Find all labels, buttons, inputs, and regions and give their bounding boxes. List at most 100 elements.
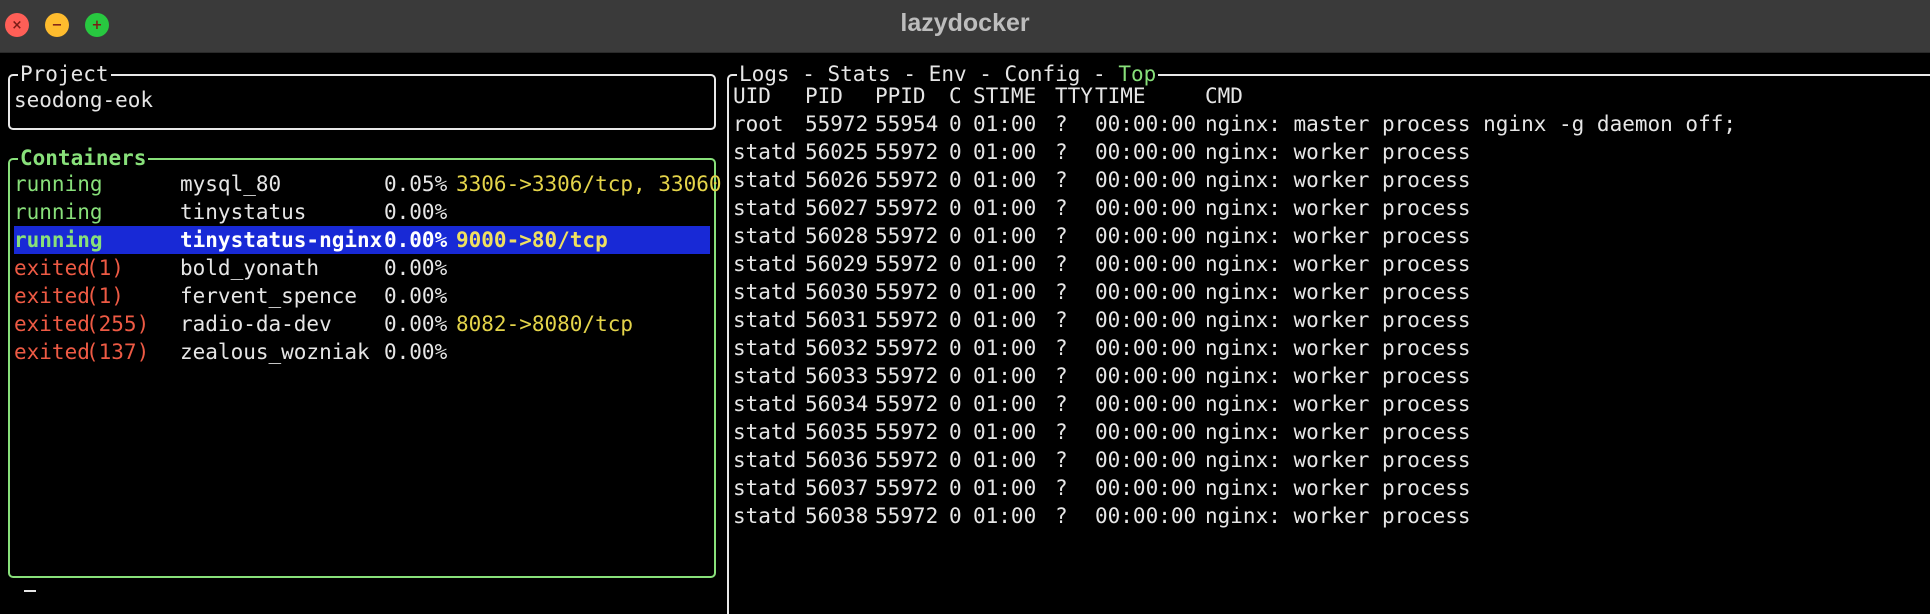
process-cell: ? <box>1055 168 1068 192</box>
process-cell: 00:00:00 <box>1095 140 1197 164</box>
process-cell: 56038 <box>805 504 869 528</box>
container-row[interactable]: running tinystatus-nginx 0.00% 9000->80/tcp <box>14 226 710 254</box>
container-ports: 3306->3306/tcp, 33060 <box>456 172 722 196</box>
process-cell: 56029 <box>805 252 869 276</box>
column-header: PPID <box>875 84 926 108</box>
process-cell: 01:00 <box>973 112 1037 136</box>
container-cpu: 0.00% <box>384 284 448 308</box>
process-cell: 55972 <box>875 476 939 500</box>
process-cell: 56036 <box>805 448 869 472</box>
process-cell: 0 <box>949 364 962 388</box>
container-exit-code: (137) <box>86 340 150 364</box>
process-cell: 0 <box>949 336 962 360</box>
process-cell: nginx: worker process <box>1205 392 1471 416</box>
process-cell: statd <box>733 336 797 360</box>
container-row[interactable]: running tinystatus 0.00% <box>14 198 710 226</box>
process-cell: ? <box>1055 196 1068 220</box>
process-cell: 55972 <box>875 168 939 192</box>
container-name: fervent_spence <box>180 284 358 308</box>
container-exit-code: (1) <box>86 284 124 308</box>
process-cell: 56027 <box>805 196 869 220</box>
container-cpu: 0.00% <box>384 340 448 364</box>
process-cell: 55972 <box>875 336 939 360</box>
process-cell: statd <box>733 476 797 500</box>
column-header: PID <box>805 84 843 108</box>
process-cell: 01:00 <box>973 168 1037 192</box>
process-cell: 55972 <box>875 224 939 248</box>
process-cell: 00:00:00 <box>1095 364 1197 388</box>
process-cell: statd <box>733 308 797 332</box>
process-cell: 01:00 <box>973 392 1037 416</box>
process-cell: 55972 <box>875 140 939 164</box>
container-status: running <box>14 228 103 252</box>
process-cell: 00:00:00 <box>1095 252 1197 276</box>
process-cell: nginx: worker process <box>1205 476 1471 500</box>
process-cell: 00:00:00 <box>1095 112 1197 136</box>
process-cell: 01:00 <box>973 364 1037 388</box>
process-cell: 0 <box>949 280 962 304</box>
project-panel[interactable]: Project seodong-eok <box>8 60 716 130</box>
column-header: TIME <box>1095 84 1146 108</box>
process-cell: 55972 <box>875 364 939 388</box>
process-cell: 00:00:00 <box>1095 504 1197 528</box>
process-cell: 01:00 <box>973 504 1037 528</box>
process-cell: 00:00:00 <box>1095 420 1197 444</box>
process-cell: 56025 <box>805 140 869 164</box>
process-cell: 00:00:00 <box>1095 280 1197 304</box>
main-panel[interactable]: Logs - Stats - Env - Config - Top UID PID… <box>727 60 1930 614</box>
container-row[interactable]: exited (1) fervent_spence 0.00% <box>14 282 710 310</box>
process-cell: 01:00 <box>973 280 1037 304</box>
process-cell: 55972 <box>875 392 939 416</box>
process-cell: 00:00:00 <box>1095 392 1197 416</box>
process-cell: 01:00 <box>973 336 1037 360</box>
process-cell: root <box>733 112 784 136</box>
column-header: TTY <box>1055 84 1093 108</box>
process-cell: 56037 <box>805 476 869 500</box>
process-cell: nginx: worker process <box>1205 448 1471 472</box>
process-cell: 0 <box>949 196 962 220</box>
process-cell: 01:00 <box>973 140 1037 164</box>
process-cell: nginx: worker process <box>1205 252 1471 276</box>
container-row[interactable]: exited (137) zealous_wozniak 0.00% <box>14 338 710 366</box>
container-row[interactable]: running mysql_80 0.05% 3306->3306/tcp, 3306… <box>14 170 722 198</box>
process-cell: 01:00 <box>973 476 1037 500</box>
container-name: radio-da-dev <box>180 312 332 336</box>
containers-panel[interactable]: Containers running mysql_80 0.05% 3306->330… <box>8 144 722 578</box>
container-row[interactable]: exited (1) bold_yonath 0.00% <box>14 254 710 282</box>
process-cell: statd <box>733 168 797 192</box>
process-cell: ? <box>1055 252 1068 276</box>
process-cell: 00:00:00 <box>1095 168 1197 192</box>
process-cell: 56028 <box>805 224 869 248</box>
process-cell: ? <box>1055 392 1068 416</box>
process-cell: 55972 <box>805 112 869 136</box>
process-cell: statd <box>733 140 797 164</box>
process-cell: nginx: worker process <box>1205 308 1471 332</box>
process-cell: 55972 <box>875 252 939 276</box>
process-cell: 0 <box>949 476 962 500</box>
container-exit-code: (1) <box>86 256 124 280</box>
process-cell: 55972 <box>875 504 939 528</box>
process-cell: 0 <box>949 140 962 164</box>
process-cell: ? <box>1055 476 1068 500</box>
process-cell: 01:00 <box>973 196 1037 220</box>
process-cell: ? <box>1055 308 1068 332</box>
project-panel-title: Project <box>18 60 111 88</box>
container-row[interactable]: exited (255) radio-da-dev 0.00% 8082->8080/t… <box>14 310 710 338</box>
process-cell: 0 <box>949 504 962 528</box>
process-cell: nginx: worker process <box>1205 196 1471 220</box>
process-cell: 55972 <box>875 280 939 304</box>
process-cell: 00:00:00 <box>1095 196 1197 220</box>
process-cell: ? <box>1055 280 1068 304</box>
container-name: mysql_80 <box>180 172 282 196</box>
process-cell: ? <box>1055 140 1068 164</box>
process-cell: ? <box>1055 336 1068 360</box>
process-cell: nginx: worker process <box>1205 280 1471 304</box>
process-cell: 56035 <box>805 420 869 444</box>
process-cell: 56031 <box>805 308 869 332</box>
process-cell: nginx: worker process <box>1205 364 1471 388</box>
process-cell: statd <box>733 392 797 416</box>
process-cell: statd <box>733 280 797 304</box>
process-cell: 00:00:00 <box>1095 308 1197 332</box>
process-cell: 55972 <box>875 308 939 332</box>
container-status: exited <box>14 284 90 308</box>
